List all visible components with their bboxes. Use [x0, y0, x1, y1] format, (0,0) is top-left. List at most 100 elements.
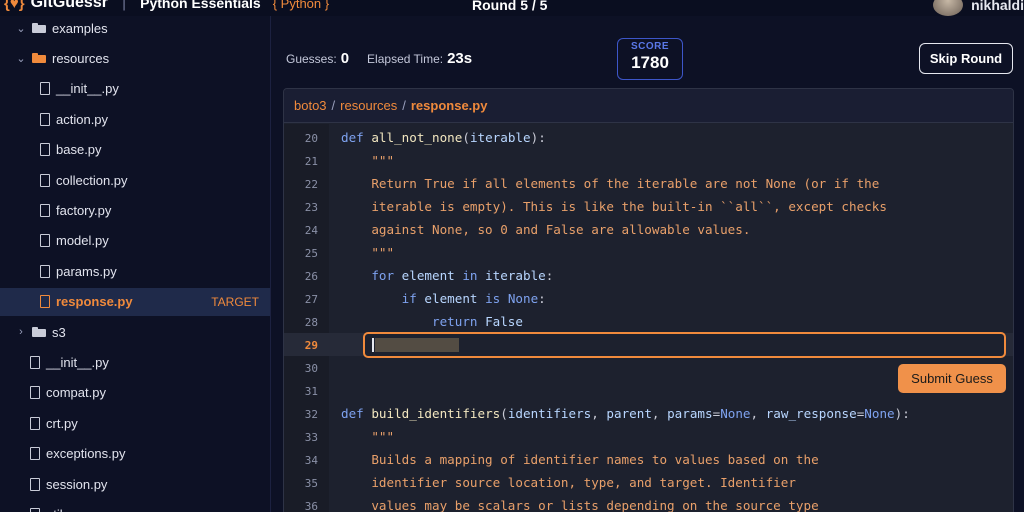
tree-file[interactable]: __init__.py — [0, 348, 270, 376]
code-line: 35 identifier source location, type, and… — [284, 471, 1013, 494]
tree-file[interactable]: response.py TARGET — [0, 287, 270, 316]
code-token: ): — [894, 406, 910, 421]
tree-file[interactable]: factory.py — [0, 196, 270, 224]
file-icon — [40, 173, 50, 187]
code-token: values may be scalars or lists depending… — [341, 498, 819, 512]
tree-file[interactable]: __init__.py — [0, 75, 270, 103]
chevron-down-icon[interactable]: ⌄ — [16, 22, 26, 35]
file-icon — [30, 355, 40, 369]
breadcrumb-item[interactable]: boto3 — [294, 98, 327, 113]
tree-folder[interactable]: › s3 — [0, 318, 270, 346]
skip-round-button[interactable]: Skip Round — [919, 43, 1013, 74]
tree-folder[interactable]: ⌄ resources — [0, 44, 270, 72]
logo[interactable]: {♥} GitGuessr | Python Essentials { Pyth… — [4, 0, 329, 12]
user-menu[interactable]: nikhaldi — [933, 0, 1024, 16]
code-token: identifiers — [507, 406, 592, 421]
tree-item-label: __init__.py — [46, 354, 109, 370]
code-line: 21 """ — [284, 149, 1013, 172]
line-number: 32 — [304, 408, 318, 421]
code-token: None — [864, 406, 895, 421]
code-token: None — [720, 406, 751, 421]
code-token: raw_response — [765, 406, 857, 421]
guess-input[interactable] — [363, 332, 1006, 358]
code-panel: boto3 / resources / response.py 20 def al… — [283, 88, 1014, 512]
tree-folder[interactable]: ⌄ examples — [0, 16, 270, 42]
app-name: GitGuessr — [30, 0, 108, 11]
code-token: iterable — [485, 268, 546, 283]
file-icon — [40, 234, 50, 248]
code-token: all_not_none — [371, 130, 463, 145]
line-number: 34 — [304, 454, 318, 467]
code-token: None — [507, 291, 539, 306]
line-number: 28 — [304, 316, 318, 329]
line-number: 26 — [304, 270, 318, 283]
tree-item-label: base.py — [56, 142, 102, 158]
file-icon — [40, 203, 50, 217]
chevron-right-icon[interactable]: › — [16, 326, 26, 338]
score-box: SCORE 1780 — [617, 38, 683, 80]
code-token: identifier source location, type, and ta… — [341, 475, 796, 490]
file-icon — [40, 295, 50, 309]
tree-item-label: params.py — [56, 263, 117, 279]
chevron-down-icon[interactable]: ⌄ — [16, 52, 26, 65]
tree-item-label: crt.py — [46, 415, 78, 431]
target-badge: TARGET — [211, 294, 259, 309]
code-token: if — [341, 291, 425, 306]
tree-file[interactable]: exceptions.py — [0, 440, 270, 468]
elapsed-time: 23s — [447, 50, 473, 67]
tree-file[interactable]: session.py — [0, 470, 270, 498]
code-line: 32 def build_identifiers(identifiers, par… — [284, 402, 1013, 425]
code-token: element — [401, 268, 463, 283]
tree-item-label: compat.py — [46, 385, 106, 401]
tree-item-label: factory.py — [56, 202, 112, 218]
line-number: 36 — [304, 500, 318, 512]
stats-bar: Guesses: 0 Elapsed Time: 23s — [286, 50, 472, 67]
line-number: 33 — [304, 431, 318, 444]
round-indicator: Round 5 / 5 — [472, 0, 548, 13]
tree-item-label: action.py — [56, 111, 109, 127]
code-token: False — [485, 314, 523, 329]
line-number: 22 — [304, 178, 318, 191]
line-number: 24 — [304, 224, 318, 237]
code-line: 23 iterable is empty). This is like the … — [284, 195, 1013, 218]
tree-file[interactable]: params.py — [0, 257, 270, 285]
submit-guess-button[interactable]: Submit Guess — [898, 364, 1006, 393]
tree-file[interactable]: crt.py — [0, 409, 270, 437]
code-token: , — [750, 406, 766, 421]
tree-file[interactable]: base.py — [0, 136, 270, 164]
repo-name: Python Essentials — [140, 0, 261, 11]
code-token: def — [341, 130, 372, 145]
breadcrumb-current: response.py — [410, 98, 488, 113]
file-icon — [40, 82, 50, 96]
tree-item-label: exceptions.py — [46, 446, 126, 462]
code-line: 27 if element is None: — [284, 287, 1013, 310]
code-token: : — [545, 268, 554, 283]
folder-icon — [32, 327, 46, 337]
code-token: """ — [341, 245, 395, 260]
code-token: params — [667, 406, 713, 421]
tree-item-label: s3 — [52, 324, 66, 340]
breadcrumb-item[interactable]: resources — [340, 98, 397, 113]
tree-file[interactable]: utils.py — [0, 500, 270, 512]
code-token: : — [538, 291, 546, 306]
line-number: 29 — [304, 339, 318, 352]
file-icon — [30, 507, 40, 512]
folder-icon — [32, 23, 46, 33]
language-badge: { Python } — [272, 0, 330, 11]
code-token: , — [591, 406, 607, 421]
tree-file[interactable]: model.py — [0, 227, 270, 255]
tree-item-label: resources — [52, 50, 110, 66]
code-token: build_identifiers — [371, 406, 501, 421]
code-token: """ — [341, 153, 395, 168]
line-number: 23 — [304, 201, 318, 214]
code-token: """ — [341, 429, 395, 444]
tree-item-label: response.py — [56, 294, 133, 310]
tree-file[interactable]: collection.py — [0, 166, 270, 194]
code-line: 28 return False — [284, 310, 1013, 333]
file-icon — [40, 143, 50, 157]
file-icon — [30, 477, 40, 491]
tree-file[interactable]: action.py — [0, 105, 270, 133]
tree-file[interactable]: compat.py — [0, 379, 270, 407]
score-value: 1780 — [631, 53, 669, 72]
tree-item-label: session.py — [46, 476, 108, 492]
